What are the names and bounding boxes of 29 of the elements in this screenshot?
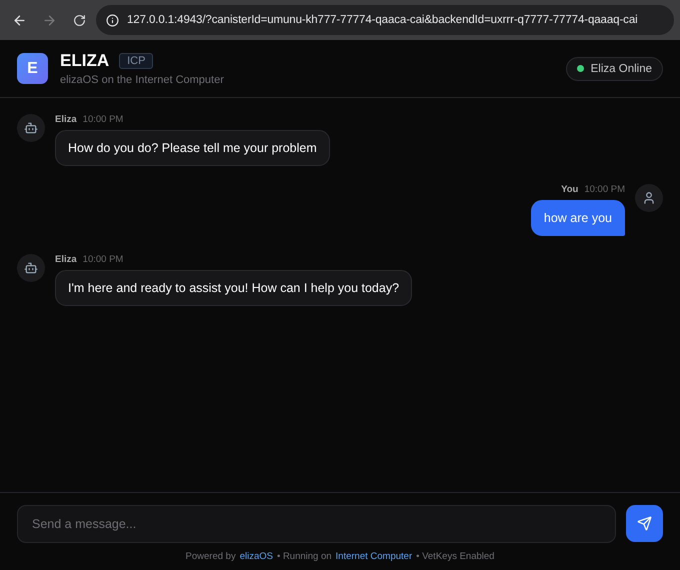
message-input[interactable]: Send a message...	[17, 505, 616, 543]
message-time: 10:00 PM	[82, 254, 124, 265]
sender-name: You	[561, 184, 578, 195]
forward-arrow-icon	[42, 12, 56, 28]
reload-icon	[72, 14, 86, 26]
user-avatar	[635, 184, 663, 212]
message-time: 10:00 PM	[584, 184, 625, 195]
app-logo: E	[17, 53, 48, 84]
app-title: ELIZA	[60, 51, 110, 71]
message-bubble: How do you do? Please tell me your problem	[55, 130, 330, 166]
send-icon	[637, 516, 652, 531]
message-bubble: I'm here and ready to assist you! How can I help you today?	[55, 270, 412, 306]
app-badge: ICP	[119, 53, 154, 69]
footer-text: Powered by	[186, 551, 236, 562]
send-button[interactable]	[626, 505, 663, 542]
sender-name: Eliza	[55, 254, 77, 265]
address-bar[interactable]: 127.0.0.1:4943/?canisterId=umunu-kh777-77774-qaaca-cai&backendId=uxrrr-q7777-77774-qaaaq-cai	[96, 5, 674, 35]
bot-avatar	[17, 114, 45, 142]
message-bubble: how are you	[530, 200, 625, 236]
footer-link[interactable]: Internet Computer	[336, 551, 412, 562]
message-time: 10:00 PM	[82, 114, 124, 125]
info-icon	[106, 14, 119, 26]
footer-text: • VetKeys Enabled	[416, 551, 494, 562]
footer-link[interactable]: elizaOS	[240, 551, 273, 562]
sender-name: Eliza	[55, 114, 77, 125]
app-subtitle: elizaOS on the Internet Computer	[60, 74, 225, 86]
bot-avatar	[17, 254, 45, 282]
status-label: Eliza Online	[590, 62, 652, 74]
footer-text: • Running on	[276, 551, 332, 562]
